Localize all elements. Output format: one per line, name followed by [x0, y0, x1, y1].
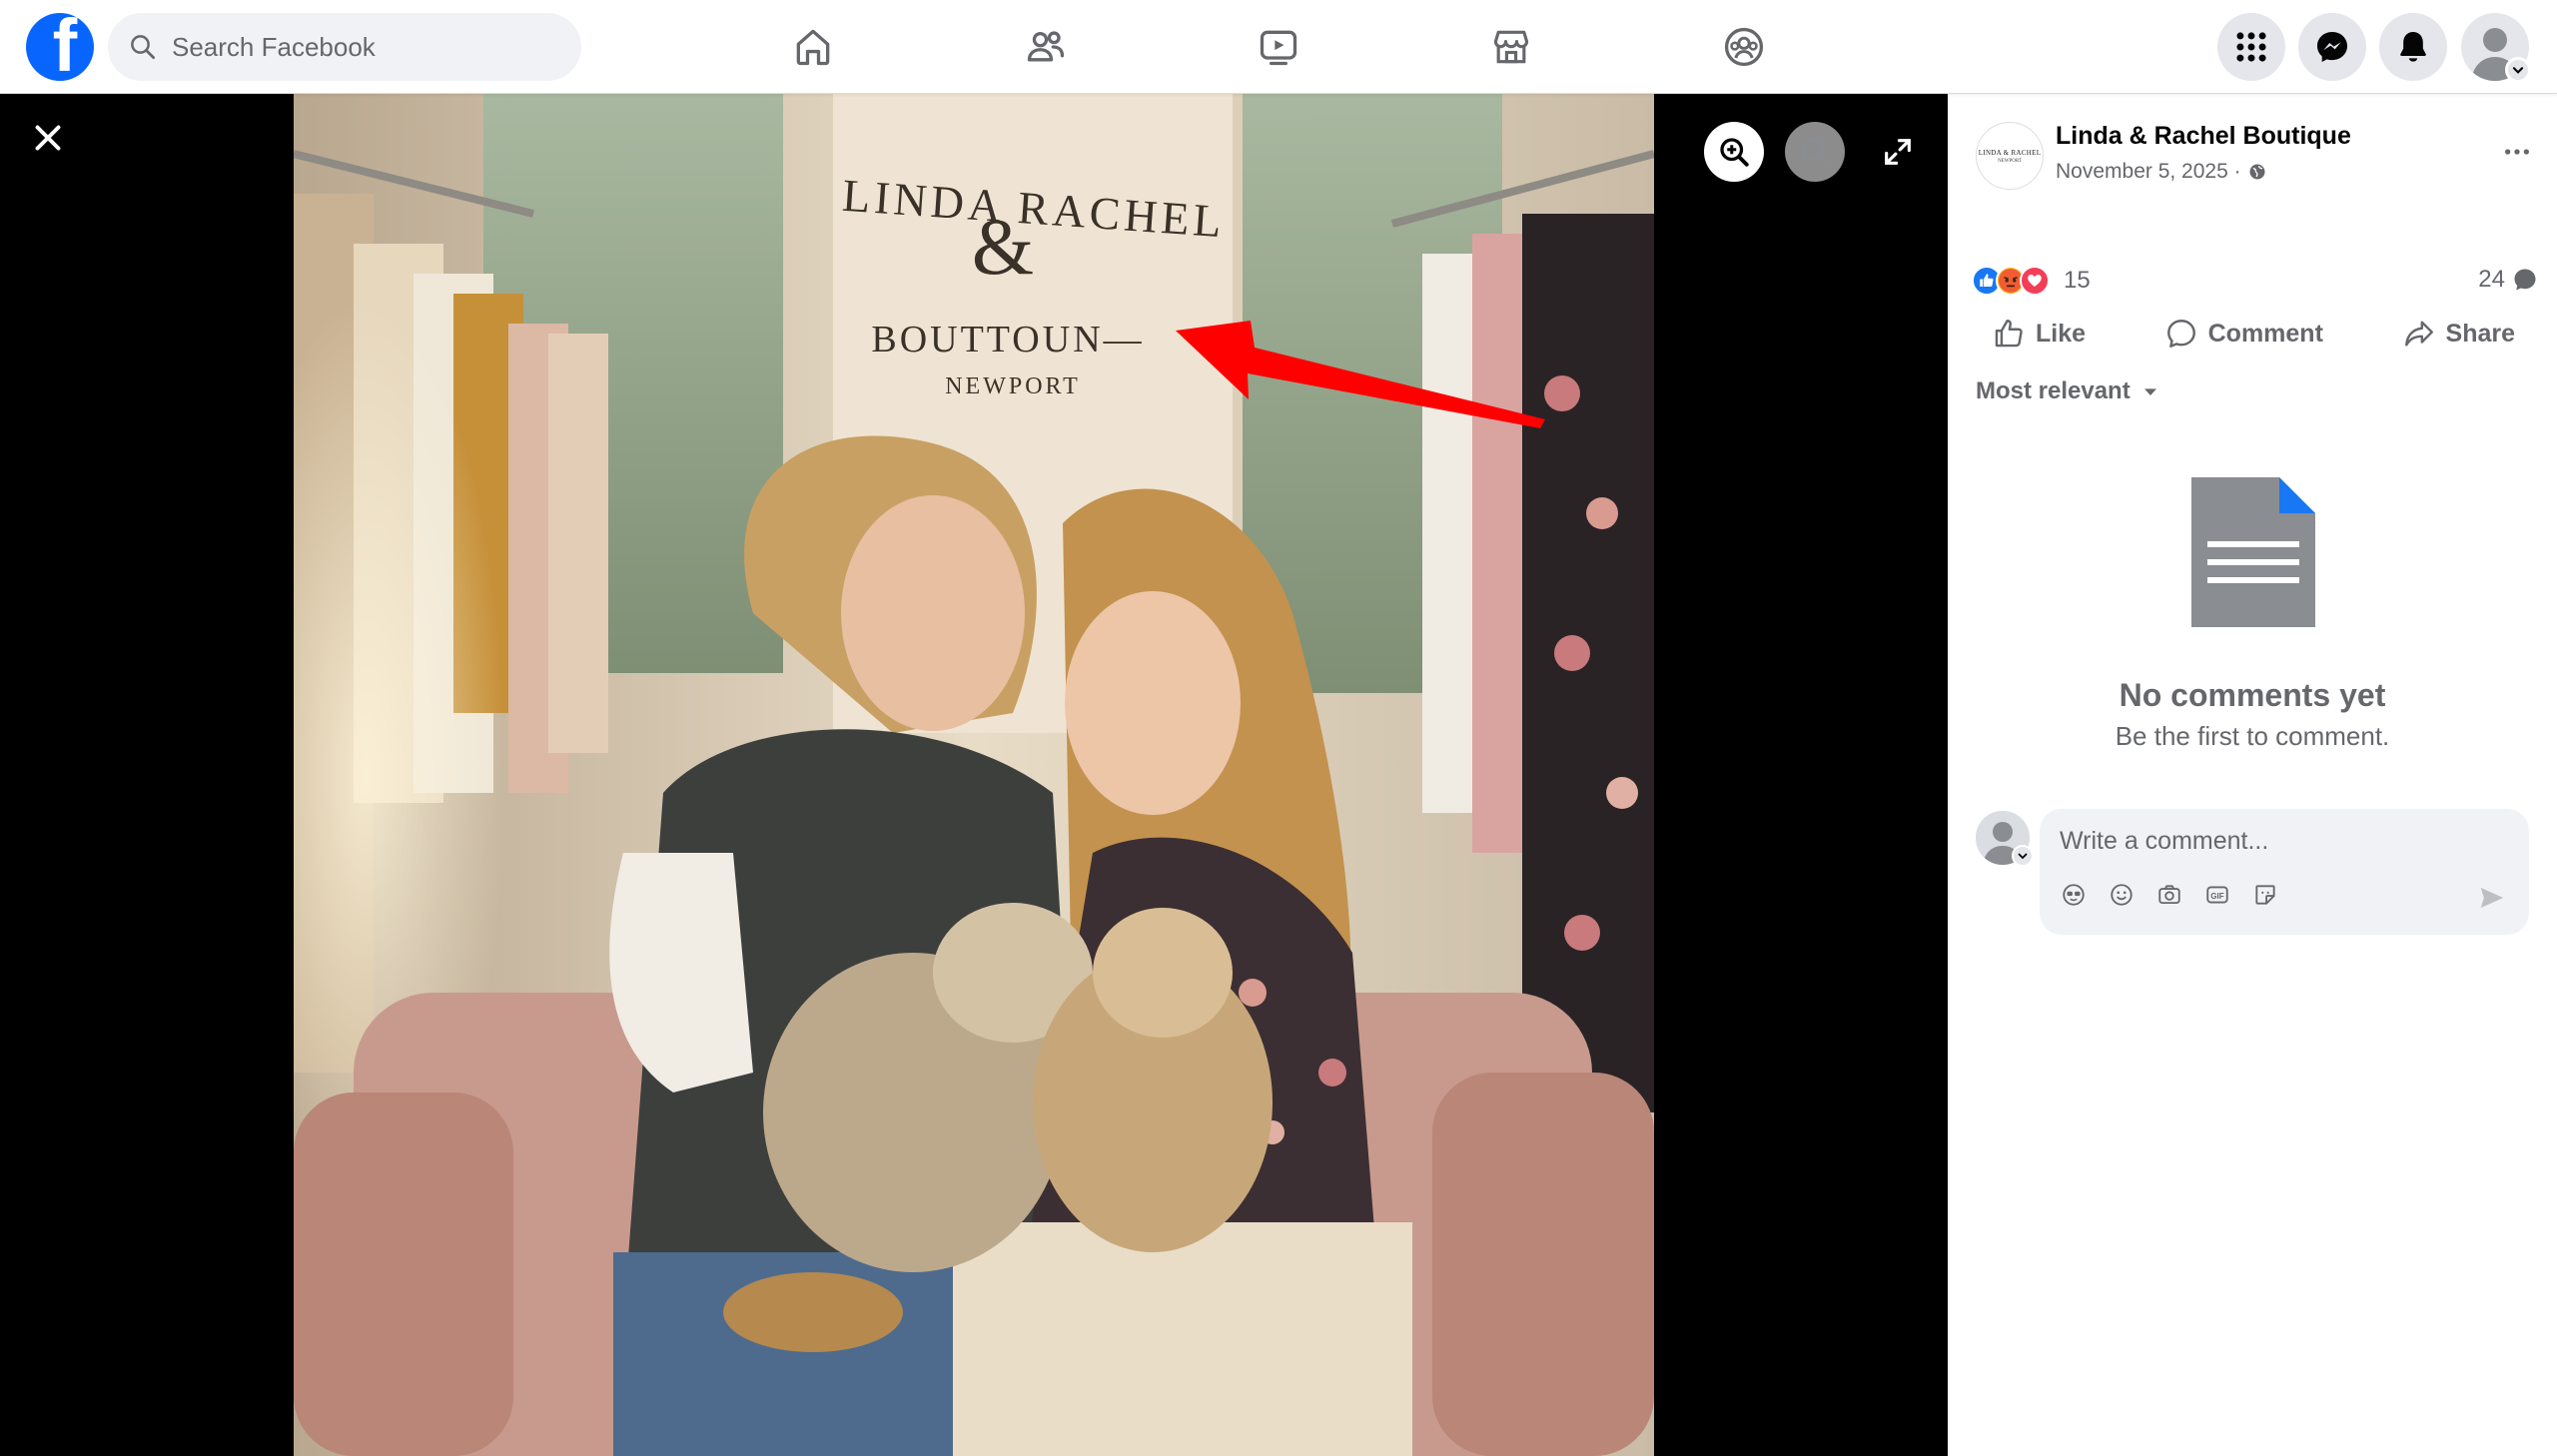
post-actions-bar: Like Comment Share	[1964, 306, 2543, 362]
account-menu-chevron[interactable]	[2505, 57, 2531, 83]
empty-comments-title: No comments yet	[2119, 677, 2386, 713]
notifications-button[interactable]	[2379, 13, 2447, 81]
home-icon	[796, 29, 830, 66]
comment-tools: GIF	[2060, 881, 2279, 909]
emoji-icon	[2111, 884, 2132, 906]
groups-icon	[1724, 27, 1764, 67]
caret-down-icon	[2143, 388, 2156, 395]
empty-comments-subtitle: Be the first to comment.	[2115, 721, 2390, 751]
messenger-button[interactable]	[2298, 13, 2366, 81]
comment-count-value: 24	[2478, 266, 2505, 293]
zoom-in-button[interactable]	[1704, 122, 1764, 182]
sticker-button[interactable]	[2251, 881, 2279, 909]
close-icon	[35, 125, 61, 151]
post-meta: November 5, 2025 ·	[2056, 160, 2267, 184]
menu-button[interactable]	[2217, 13, 2285, 81]
page-name[interactable]: Linda & Rachel Boutique	[2056, 122, 2351, 151]
thumbs-up-icon	[1995, 320, 2023, 348]
post-details-panel: LINDA & RACHEL NEWPORT Linda & Rachel Bo…	[1948, 94, 2557, 1456]
comment-placeholder: Write a comment...	[2060, 827, 2269, 855]
share-button[interactable]: Share	[2382, 306, 2535, 362]
zoom-out-icon	[1801, 138, 1830, 167]
emoji-button[interactable]	[2108, 881, 2135, 909]
nav-marketplace[interactable]	[1486, 22, 1536, 72]
search-icon	[131, 35, 155, 59]
comment-bubble-icon	[2514, 269, 2536, 291]
gif-button[interactable]: GIF	[2203, 881, 2231, 909]
zoom-out-button[interactable]	[1785, 122, 1845, 182]
camera-button[interactable]	[2155, 881, 2183, 909]
more-horizontal-icon	[2505, 149, 2529, 155]
menu-grid-icon	[2236, 32, 2266, 62]
share-icon	[2404, 321, 2433, 347]
comment-button[interactable]: Comment	[2144, 306, 2343, 362]
video-icon	[1260, 30, 1297, 66]
comment-icon	[2166, 320, 2195, 348]
search-input[interactable]: Search Facebook	[108, 13, 581, 81]
love-reaction-icon	[2020, 266, 2050, 296]
chevron-down-icon	[2018, 853, 2028, 860]
sticker-icon	[2255, 885, 2275, 905]
marketplace-icon	[1493, 30, 1529, 64]
gif-icon: GIF	[2206, 886, 2228, 904]
zoom-in-icon	[1720, 138, 1749, 167]
facebook-logo[interactable]: f	[26, 13, 94, 81]
avatar-sticker-button[interactable]	[2060, 881, 2088, 909]
page-avatar-text: LINDA & RACHEL	[1978, 148, 2042, 157]
photo-viewer: LINDA RACHEL & BOUTTOUN— NEWPORT	[0, 94, 1948, 1456]
nav-video[interactable]	[1254, 22, 1303, 72]
avatar-sticker-icon	[2063, 884, 2085, 906]
fullscreen-button[interactable]	[1874, 128, 1922, 176]
friends-icon	[1027, 31, 1065, 62]
comment-count[interactable]: 24	[2478, 266, 2539, 294]
reaction-count: 15	[2064, 267, 2091, 294]
comment-label: Comment	[2207, 319, 2323, 348]
page-avatar-subtext: NEWPORT	[1998, 158, 2022, 164]
more-options-button[interactable]	[2495, 130, 2539, 174]
camera-icon	[2158, 885, 2180, 905]
nav-home[interactable]	[788, 22, 838, 72]
commenter-chevron[interactable]	[2012, 845, 2034, 867]
post-date[interactable]: November 5, 2025 ·	[2056, 160, 2241, 184]
share-label: Share	[2445, 319, 2515, 348]
page-avatar[interactable]: LINDA & RACHEL NEWPORT	[1976, 122, 2044, 190]
empty-comments-illustration	[2191, 477, 2315, 632]
comment-sort-dropdown[interactable]: Most relevant	[1976, 377, 2158, 405]
messenger-icon	[2316, 31, 2348, 63]
nav-groups[interactable]	[1719, 22, 1769, 72]
chevron-down-icon	[2512, 67, 2524, 74]
fullscreen-icon	[1885, 139, 1911, 165]
like-button[interactable]: Like	[1972, 306, 2106, 362]
comment-input[interactable]: Write a comment... GIF	[2040, 809, 2529, 935]
post-photo[interactable]: LINDA RACHEL & BOUTTOUN— NEWPORT	[294, 94, 1654, 1456]
close-viewer-button[interactable]	[24, 114, 72, 162]
send-icon[interactable]	[2477, 883, 2507, 913]
svg-text:GIF: GIF	[2210, 892, 2224, 901]
reactions-summary[interactable]: 15	[1972, 266, 2091, 296]
sort-label: Most relevant	[1976, 377, 2131, 404]
globe-icon	[2249, 164, 2265, 180]
notifications-icon	[2400, 31, 2426, 62]
annotation-arrow	[1176, 321, 1545, 428]
search-placeholder: Search Facebook	[172, 31, 376, 62]
top-navigation-bar: f Search Facebook	[0, 0, 2557, 94]
like-label: Like	[2036, 319, 2087, 348]
document-icon	[2191, 477, 2315, 627]
facebook-logo-letter: f	[52, 13, 78, 81]
nav-friends[interactable]	[1021, 22, 1071, 72]
